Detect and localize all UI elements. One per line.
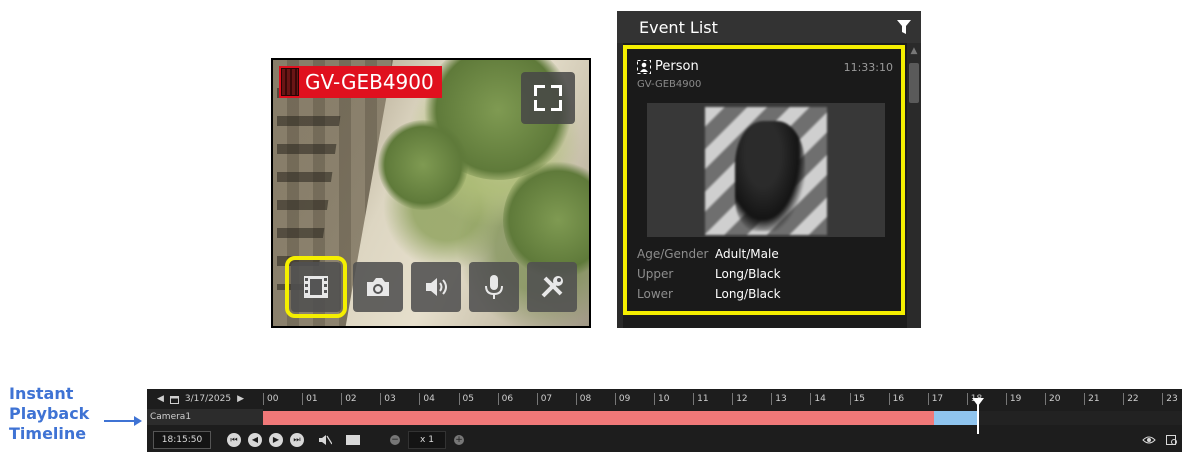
timeline-hour-label: 19 [1005,393,1021,405]
timeline-date-row: ◀ 3/17/2025 ▶ [147,389,263,409]
microphone-button[interactable] [469,262,519,312]
attribute-key: Upper [637,267,674,281]
annotation-line: Instant [9,384,74,403]
timeline-hour-label: 07 [536,393,552,405]
timeline-hour-label: 04 [419,393,435,405]
settings-button[interactable] [527,262,577,312]
timeline-hour-label: 22 [1123,393,1139,405]
zoom-out-button[interactable]: − [390,434,400,445]
zoom-in-button[interactable]: + [454,434,464,445]
fullscreen-button[interactable] [521,72,575,124]
fullscreen-icon-corner [551,85,562,96]
scroll-thumb[interactable] [909,63,919,103]
prev-day-icon[interactable]: ◀ [157,394,164,404]
timeline-hour-label: 17 [927,393,943,405]
attribute-key: Lower [637,287,673,301]
attribute-row: Age/Gender Adult/Male [637,247,779,261]
event-list-header: Event List [617,11,921,43]
mute-icon[interactable] [318,434,332,446]
attribute-row: Lower Long/Black [637,287,781,301]
microphone-icon [485,275,503,299]
eye-settings-icon[interactable] [1142,434,1156,446]
camera-live-view[interactable]: GV-GEB4900 [271,58,591,328]
person-icon [637,59,651,74]
event-type: Person [655,59,699,74]
event-thumbnail[interactable] [647,103,885,237]
instant-playback-timeline[interactable]: ◀ 3/17/2025 ▶ 00 01 02 03 04 05 06 07 08 09 10 11 12… [147,389,1182,452]
calendar-search-icon[interactable] [1166,434,1178,446]
event-card[interactable]: Person 11:33:10 GV-GEB4900 Age/Gender Ad… [623,45,905,315]
settings-icon [541,276,563,298]
instant-playback-button[interactable] [285,256,347,318]
annotation-label: Instant Playback Timeline [9,384,89,444]
event-list-scrollbar[interactable]: ▲ [907,43,921,328]
timeline-view-button[interactable] [346,434,360,445]
timeline-hour-label: 16 [888,393,904,405]
recording-status-icon [281,68,299,96]
recorded-segment[interactable] [263,411,934,425]
skip-forward-button[interactable]: ⏭ [290,432,304,447]
event-snapshot [705,107,827,235]
attribute-row: Upper Long/Black [637,267,781,281]
timeline-hour-label: 02 [341,393,357,405]
fullscreen-icon [534,85,545,96]
event-type-row: Person [637,59,699,74]
camera-name-tag: GV-GEB4900 [279,66,442,98]
annotation-line: Timeline [9,424,87,443]
attribute-value: Adult/Male [715,247,779,261]
timeline-hour-label: 09 [614,393,630,405]
fullscreen-icon-corner [534,100,545,111]
timeline-hour-label: 20 [1045,393,1060,405]
scroll-up-icon[interactable]: ▲ [909,45,919,57]
scene-tree [378,120,468,210]
speaker-button[interactable] [411,262,461,312]
speaker-icon [426,278,447,296]
annotation-arrow [104,416,142,426]
timeline-date[interactable]: 3/17/2025 [185,394,231,404]
timeline-controls: 18:15:50 ⏮ ◀ ▶ ⏭ − x 1 + [147,427,1182,452]
camera-name: GV-GEB4900 [305,70,434,94]
timeline-hour-label: 11 [693,393,709,405]
camera-icon [367,278,389,296]
playback-segment[interactable] [933,411,977,425]
timeline-hour-label: 15 [849,393,865,405]
event-list-title: Event List [639,17,718,37]
timeline-hour-label: 14 [810,393,826,405]
timeline-hour-label: 13 [771,393,787,405]
timeline-hour-label: 01 [302,393,318,405]
person-figure [735,121,805,231]
timeline-hour-label: 08 [575,393,591,405]
timeline-track[interactable] [263,398,1182,434]
step-back-button[interactable]: ◀ [248,432,262,447]
attribute-value: Long/Black [715,287,781,301]
playback-speed[interactable]: x 1 [408,430,446,449]
timeline-hour-label: 05 [458,393,474,405]
timeline-camera-label: Camera1 [147,409,263,425]
timeline-hour-label: 23 [1162,393,1178,405]
attribute-value: Long/Black [715,267,781,281]
event-list-panel: Event List Person 11:33:10 GV-GEB4900 Ag… [617,11,921,328]
timeline-hour-label: 03 [380,393,396,405]
timeline-hour-ruler: 0001020304050607080910111213141516171819… [263,389,1182,409]
film-icon [304,276,328,298]
next-day-icon[interactable]: ▶ [237,394,244,404]
fullscreen-icon-corner [551,100,562,111]
calendar-icon[interactable] [169,395,179,404]
annotation-line: Playback [9,404,90,423]
attribute-key: Age/Gender [637,247,709,261]
current-time-display: 18:15:50 [153,430,211,449]
timeline-hour-label: 12 [732,393,748,405]
timeline-hour-label: 21 [1084,393,1100,405]
filter-icon[interactable] [897,20,911,34]
timeline-hour-label: 10 [654,393,669,405]
event-time: 11:33:10 [843,61,893,74]
skip-back-button[interactable]: ⏮ [227,432,241,447]
timeline-hour-label: 00 [263,393,278,405]
snapshot-button[interactable] [353,262,403,312]
play-button[interactable]: ▶ [269,432,283,447]
event-camera: GV-GEB4900 [637,79,702,90]
timeline-hour-label: 06 [497,393,513,405]
